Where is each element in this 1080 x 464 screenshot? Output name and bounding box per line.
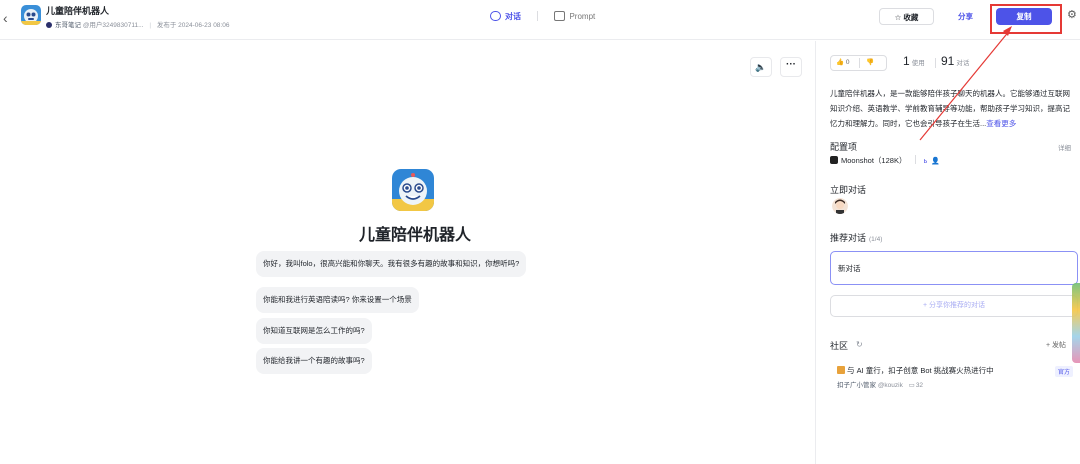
share-button[interactable]: 分享 (940, 8, 991, 25)
new-chat-item[interactable]: 新对话 (830, 251, 1078, 285)
gift-icon (837, 366, 845, 374)
vote-box: 👍 0 👎 (830, 55, 887, 71)
post-title: 与 AI 童行，扣子创意 Bot 挑战赛火热进行中 (847, 366, 994, 375)
chat-area: 🔈 ··· 儿童陪伴机器人 你好，我叫folo，很高兴能和你聊天。我有很多有趣的… (0, 41, 815, 464)
tab-prompt[interactable]: Prompt (554, 11, 595, 21)
community-title: 社区 (830, 341, 849, 351)
back-icon[interactable]: ‹ (3, 10, 15, 26)
post-button[interactable]: + 发帖 (1046, 340, 1066, 350)
post-handle: @kouzik (877, 382, 903, 389)
comment-count: 32 (915, 382, 924, 389)
official-badge: 官方 (1055, 366, 1074, 377)
gear-icon[interactable]: ⚙ (1067, 10, 1078, 21)
author-name[interactable]: 东哥笔记 (55, 22, 81, 29)
suggestion-2[interactable]: 你知道互联网是怎么工作的吗? (256, 318, 372, 344)
voice-avatar[interactable] (832, 198, 848, 214)
favorite-button[interactable]: ☆ 收藏 (879, 8, 934, 25)
bot-description: 儿童陪伴机器人，是一款能够陪伴孩子聊天的机器人。它能够通过互联网知识介绍、英语教… (830, 89, 1070, 128)
post-author: 扣子广小管家 (837, 382, 876, 389)
suggestion-1[interactable]: 你能和我进行英语陪读吗? 你来设置一个场景 (256, 287, 419, 313)
config-detail-link[interactable]: 详细 (1058, 142, 1071, 152)
recommend-title: 推荐对话 (1/4) (830, 233, 883, 243)
bot-meta: 东哥笔记 @用户3249830711... | 发布于 2024-06-23 0… (46, 19, 229, 29)
community-post[interactable]: 与 AI 童行，扣子创意 Bot 挑战赛火热进行中 官方 扣子广小管家 @kou… (830, 360, 1078, 394)
config-title: 配置项 (830, 142, 858, 152)
voice-plugin-icon[interactable]: 👤 (931, 157, 940, 165)
like-button[interactable]: 👍 0 (836, 56, 850, 70)
view-tabs: 对话 Prompt (490, 11, 595, 22)
bot-avatar-small (21, 5, 41, 25)
floating-side-strip[interactable] (1072, 283, 1080, 363)
chat-icon (490, 11, 501, 21)
more-options-button[interactable]: ··· (780, 57, 802, 77)
uses-stat: 1 使用 (903, 54, 925, 68)
moonshot-icon (830, 156, 838, 164)
bot-title: 儿童陪伴机器人 (46, 6, 110, 16)
author-avatar (46, 22, 52, 28)
top-bar: ‹ 儿童陪伴机器人 东哥笔记 @用户3249830711... | 发布于 20… (0, 0, 1080, 40)
instant-chat-title: 立即对话 (830, 185, 867, 195)
greeting-message: 你好，我叫folo，很高兴能和你聊天。我有很多有趣的故事和知识，你想听吗? (256, 251, 527, 277)
bot-name: 儿童陪伴机器人 (358, 227, 471, 244)
sound-icon[interactable]: 🔈 (750, 57, 772, 77)
share-recommend-button[interactable]: + 分享你推荐的对话 (830, 295, 1078, 317)
dislike-icon[interactable]: 👎 (866, 56, 874, 70)
model-name: Moonshot（128K） (841, 156, 907, 165)
bot-avatar-large (392, 169, 434, 211)
refresh-icon[interactable]: ↻ (856, 340, 863, 349)
prompt-icon (554, 11, 566, 21)
comment-icon: ▭ (908, 382, 915, 389)
suggestion-3[interactable]: 你能给我讲一个有趣的故事吗? (256, 348, 372, 374)
chats-stat: 91 对话 (941, 54, 970, 68)
tab-chat[interactable]: 对话 (490, 11, 521, 22)
user-id: @用户3249830711... (82, 22, 144, 29)
bot-info-sidebar: 👍 0 👎 1 使用 91 对话 儿童陪伴机器人，是一款能够陪伴孩子聊天的机器人。它… (815, 41, 1080, 464)
model-info: Moonshot（128K） ь 👤 (830, 155, 944, 166)
publish-date: 发布于 2024-06-23 08:06 (156, 22, 230, 29)
plugin-icon[interactable]: ь (924, 158, 928, 165)
view-more-link[interactable]: 查看更多 (986, 119, 1016, 128)
copy-button[interactable]: 复制 (996, 8, 1052, 25)
